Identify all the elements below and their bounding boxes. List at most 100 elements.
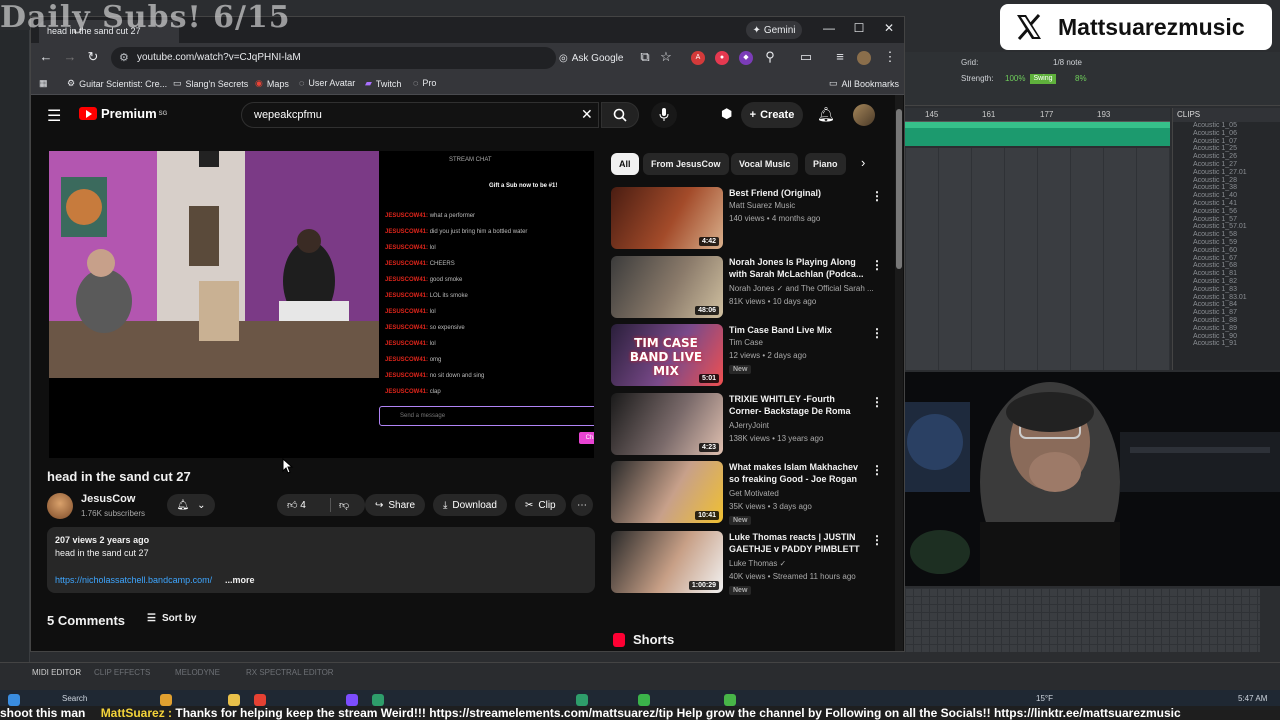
clip-list-item[interactable]: Acoustic 1_81: [1173, 270, 1280, 278]
ask-google-button[interactable]: ◎ Ask Google: [559, 48, 623, 68]
video-menu-icon[interactable]: ⋮: [871, 326, 883, 340]
clip-list-item[interactable]: Acoustic 1_38: [1173, 184, 1280, 192]
video-title[interactable]: Best Friend (Original): [729, 187, 869, 199]
video-title[interactable]: Norah Jones Is Playing Along with Sarah …: [729, 256, 869, 280]
clip-list-item[interactable]: Acoustic 1_25: [1173, 145, 1280, 153]
subscription-bell-button[interactable]: 🔔︎ ⌄: [167, 494, 215, 516]
extension-icon[interactable]: ◆: [739, 51, 753, 65]
download-button[interactable]: ⤓ Download: [433, 494, 507, 516]
file-explorer-icon[interactable]: [228, 694, 240, 706]
share-button[interactable]: ↪ Share: [365, 494, 426, 516]
dislike-button[interactable]: 👎︎: [339, 499, 349, 511]
clip-list-item[interactable]: Acoustic 1_60: [1173, 247, 1280, 255]
bookmark-maps[interactable]: ◉ Maps: [255, 78, 289, 89]
taskbar-app-icon[interactable]: [724, 694, 736, 706]
video-thumbnail[interactable]: TIM CASE BAND LIVE MIX 5:01: [611, 324, 723, 386]
clip-list-item[interactable]: Acoustic 1_90: [1173, 333, 1280, 341]
gemini-button[interactable]: ✦ Gemini: [746, 21, 802, 39]
site-info-icon[interactable]: ⚙: [119, 51, 129, 64]
clip-list-item[interactable]: Acoustic 1_06: [1173, 130, 1280, 138]
swing-value[interactable]: 8%: [1075, 74, 1087, 83]
video-menu-icon[interactable]: ⋮: [871, 258, 883, 272]
reload-icon[interactable]: ↻: [84, 49, 102, 65]
grid-value[interactable]: 1/8 note: [1053, 58, 1082, 67]
taskbar-app-icon[interactable]: [372, 694, 384, 706]
search-button[interactable]: [601, 102, 639, 128]
clip-list-item[interactable]: Acoustic 1_07: [1173, 138, 1280, 146]
bookmark-star-icon[interactable]: ☆: [657, 49, 675, 65]
video-channel[interactable]: Luke Thomas ✓: [729, 559, 879, 568]
video-player[interactable]: STREAM CHAT Gift a Sub now to be #1! JES…: [49, 151, 594, 458]
taskbar-app-icon[interactable]: [638, 694, 650, 706]
bookmark-user-avatar[interactable]: ◌ User Avatar: [299, 78, 355, 88]
video-menu-icon[interactable]: ⋮: [871, 533, 883, 547]
kebab-menu-icon[interactable]: ⋮: [881, 49, 899, 65]
voice-search-button[interactable]: [651, 102, 677, 128]
video-menu-icon[interactable]: ⋮: [871, 463, 883, 477]
clip-list-item[interactable]: Acoustic 1_68: [1173, 262, 1280, 270]
notifications-bell-icon[interactable]: 🔔︎: [817, 106, 835, 123]
taskbar-app-icon[interactable]: [160, 694, 172, 706]
chip-from-jesuscow[interactable]: From JesusCow: [643, 153, 729, 175]
page-scrollbar[interactable]: [895, 95, 903, 651]
chat-message-input[interactable]: Send a message: [379, 406, 594, 426]
description-box[interactable]: 207 views 2 years ago head in the sand c…: [47, 527, 595, 593]
video-thumbnail[interactable]: 4:42: [611, 187, 723, 249]
recommended-video[interactable]: 4:23 TRIXIE WHITLEY -Fourth Corner- Backs…: [611, 393, 891, 457]
video-channel[interactable]: Tim Case: [729, 338, 879, 347]
clip-list-item[interactable]: Acoustic 1_41: [1173, 200, 1280, 208]
description-link[interactable]: https://nicholassatchell.bandcamp.com/: [55, 575, 212, 585]
video-channel[interactable]: Get Motivated: [729, 489, 879, 498]
close-window-icon[interactable]: ✕: [879, 21, 899, 35]
clip-list-item[interactable]: Acoustic 1_67: [1173, 255, 1280, 263]
account-avatar[interactable]: [853, 104, 875, 126]
taskbar-app-icon[interactable]: [346, 694, 358, 706]
scrollbar-thumb[interactable]: [896, 109, 902, 269]
profile-avatar[interactable]: [857, 51, 871, 65]
chip-all[interactable]: All: [611, 153, 639, 175]
description-more[interactable]: ...more: [225, 575, 255, 585]
clip-list-item[interactable]: Acoustic 1_28: [1173, 177, 1280, 185]
gamepad-icon[interactable]: ⬢: [721, 106, 732, 122]
clip-list-item[interactable]: Acoustic 1_05: [1173, 122, 1280, 130]
forward-icon[interactable]: →: [61, 49, 79, 64]
bookmark-guitar-scientist[interactable]: ⚙ Guitar Scientist: Cre...: [67, 78, 167, 89]
clip-list-item[interactable]: Acoustic 1_91: [1173, 340, 1280, 348]
extension-icon[interactable]: ●: [715, 51, 729, 65]
youtube-logo[interactable]: Premium SG: [79, 106, 167, 121]
clip-list-item[interactable]: Acoustic 1_58: [1173, 231, 1280, 239]
arrange-grid[interactable]: [905, 148, 1170, 370]
recommended-video[interactable]: 48:06 Norah Jones Is Playing Along with S…: [611, 256, 891, 320]
clear-search-icon[interactable]: ✕: [581, 106, 593, 123]
video-channel[interactable]: Matt Suarez Music: [729, 201, 879, 210]
back-icon[interactable]: ←: [37, 49, 55, 64]
search-input[interactable]: wepeakcpfmu: [241, 102, 599, 128]
video-channel[interactable]: Norah Jones ✓ and The Official Sarah ...: [729, 284, 879, 293]
clip-list-item[interactable]: Acoustic 1_56: [1173, 208, 1280, 216]
clip-list-item[interactable]: Acoustic 1_88: [1173, 317, 1280, 325]
clip-list-item[interactable]: Acoustic 1_57: [1173, 216, 1280, 224]
minimize-icon[interactable]: —: [819, 21, 839, 35]
media-icon[interactable]: ≡: [831, 49, 849, 64]
video-channel[interactable]: AJerryJoint: [729, 421, 879, 430]
cast-icon[interactable]: ▭: [797, 49, 815, 65]
like-button[interactable]: 👍︎ 4: [287, 499, 306, 511]
install-icon[interactable]: ⧉: [636, 49, 654, 65]
chat-send-button[interactable]: Chat: [579, 432, 594, 444]
tab-rx-spectral[interactable]: RX SPECTRAL EDITOR: [246, 668, 334, 677]
chip-vocal-music[interactable]: Vocal Music: [731, 153, 799, 175]
strength-value[interactable]: 100%: [1005, 74, 1025, 83]
video-title[interactable]: TRIXIE WHITLEY -Fourth Corner- Backstage…: [729, 393, 869, 417]
clip-list-item[interactable]: Acoustic 1_87: [1173, 309, 1280, 317]
clip-list-item[interactable]: Acoustic 1_27: [1173, 161, 1280, 169]
video-menu-icon[interactable]: ⋮: [871, 395, 883, 409]
midi-editor-grid[interactable]: [905, 588, 1260, 652]
maximize-icon[interactable]: ☐: [849, 21, 869, 35]
clip-list-item[interactable]: Acoustic 1_40: [1173, 192, 1280, 200]
recommended-video[interactable]: TIM CASE BAND LIVE MIX 5:01 Tim Case Band …: [611, 324, 891, 388]
clip-list-item[interactable]: Acoustic 1_83.01: [1173, 294, 1280, 302]
excel-icon[interactable]: [576, 694, 588, 706]
recommended-video[interactable]: 10:41 What makes Islam Makhachev so freak…: [611, 461, 891, 525]
channel-avatar[interactable]: [47, 493, 73, 519]
adblock-icon[interactable]: A: [691, 51, 705, 65]
